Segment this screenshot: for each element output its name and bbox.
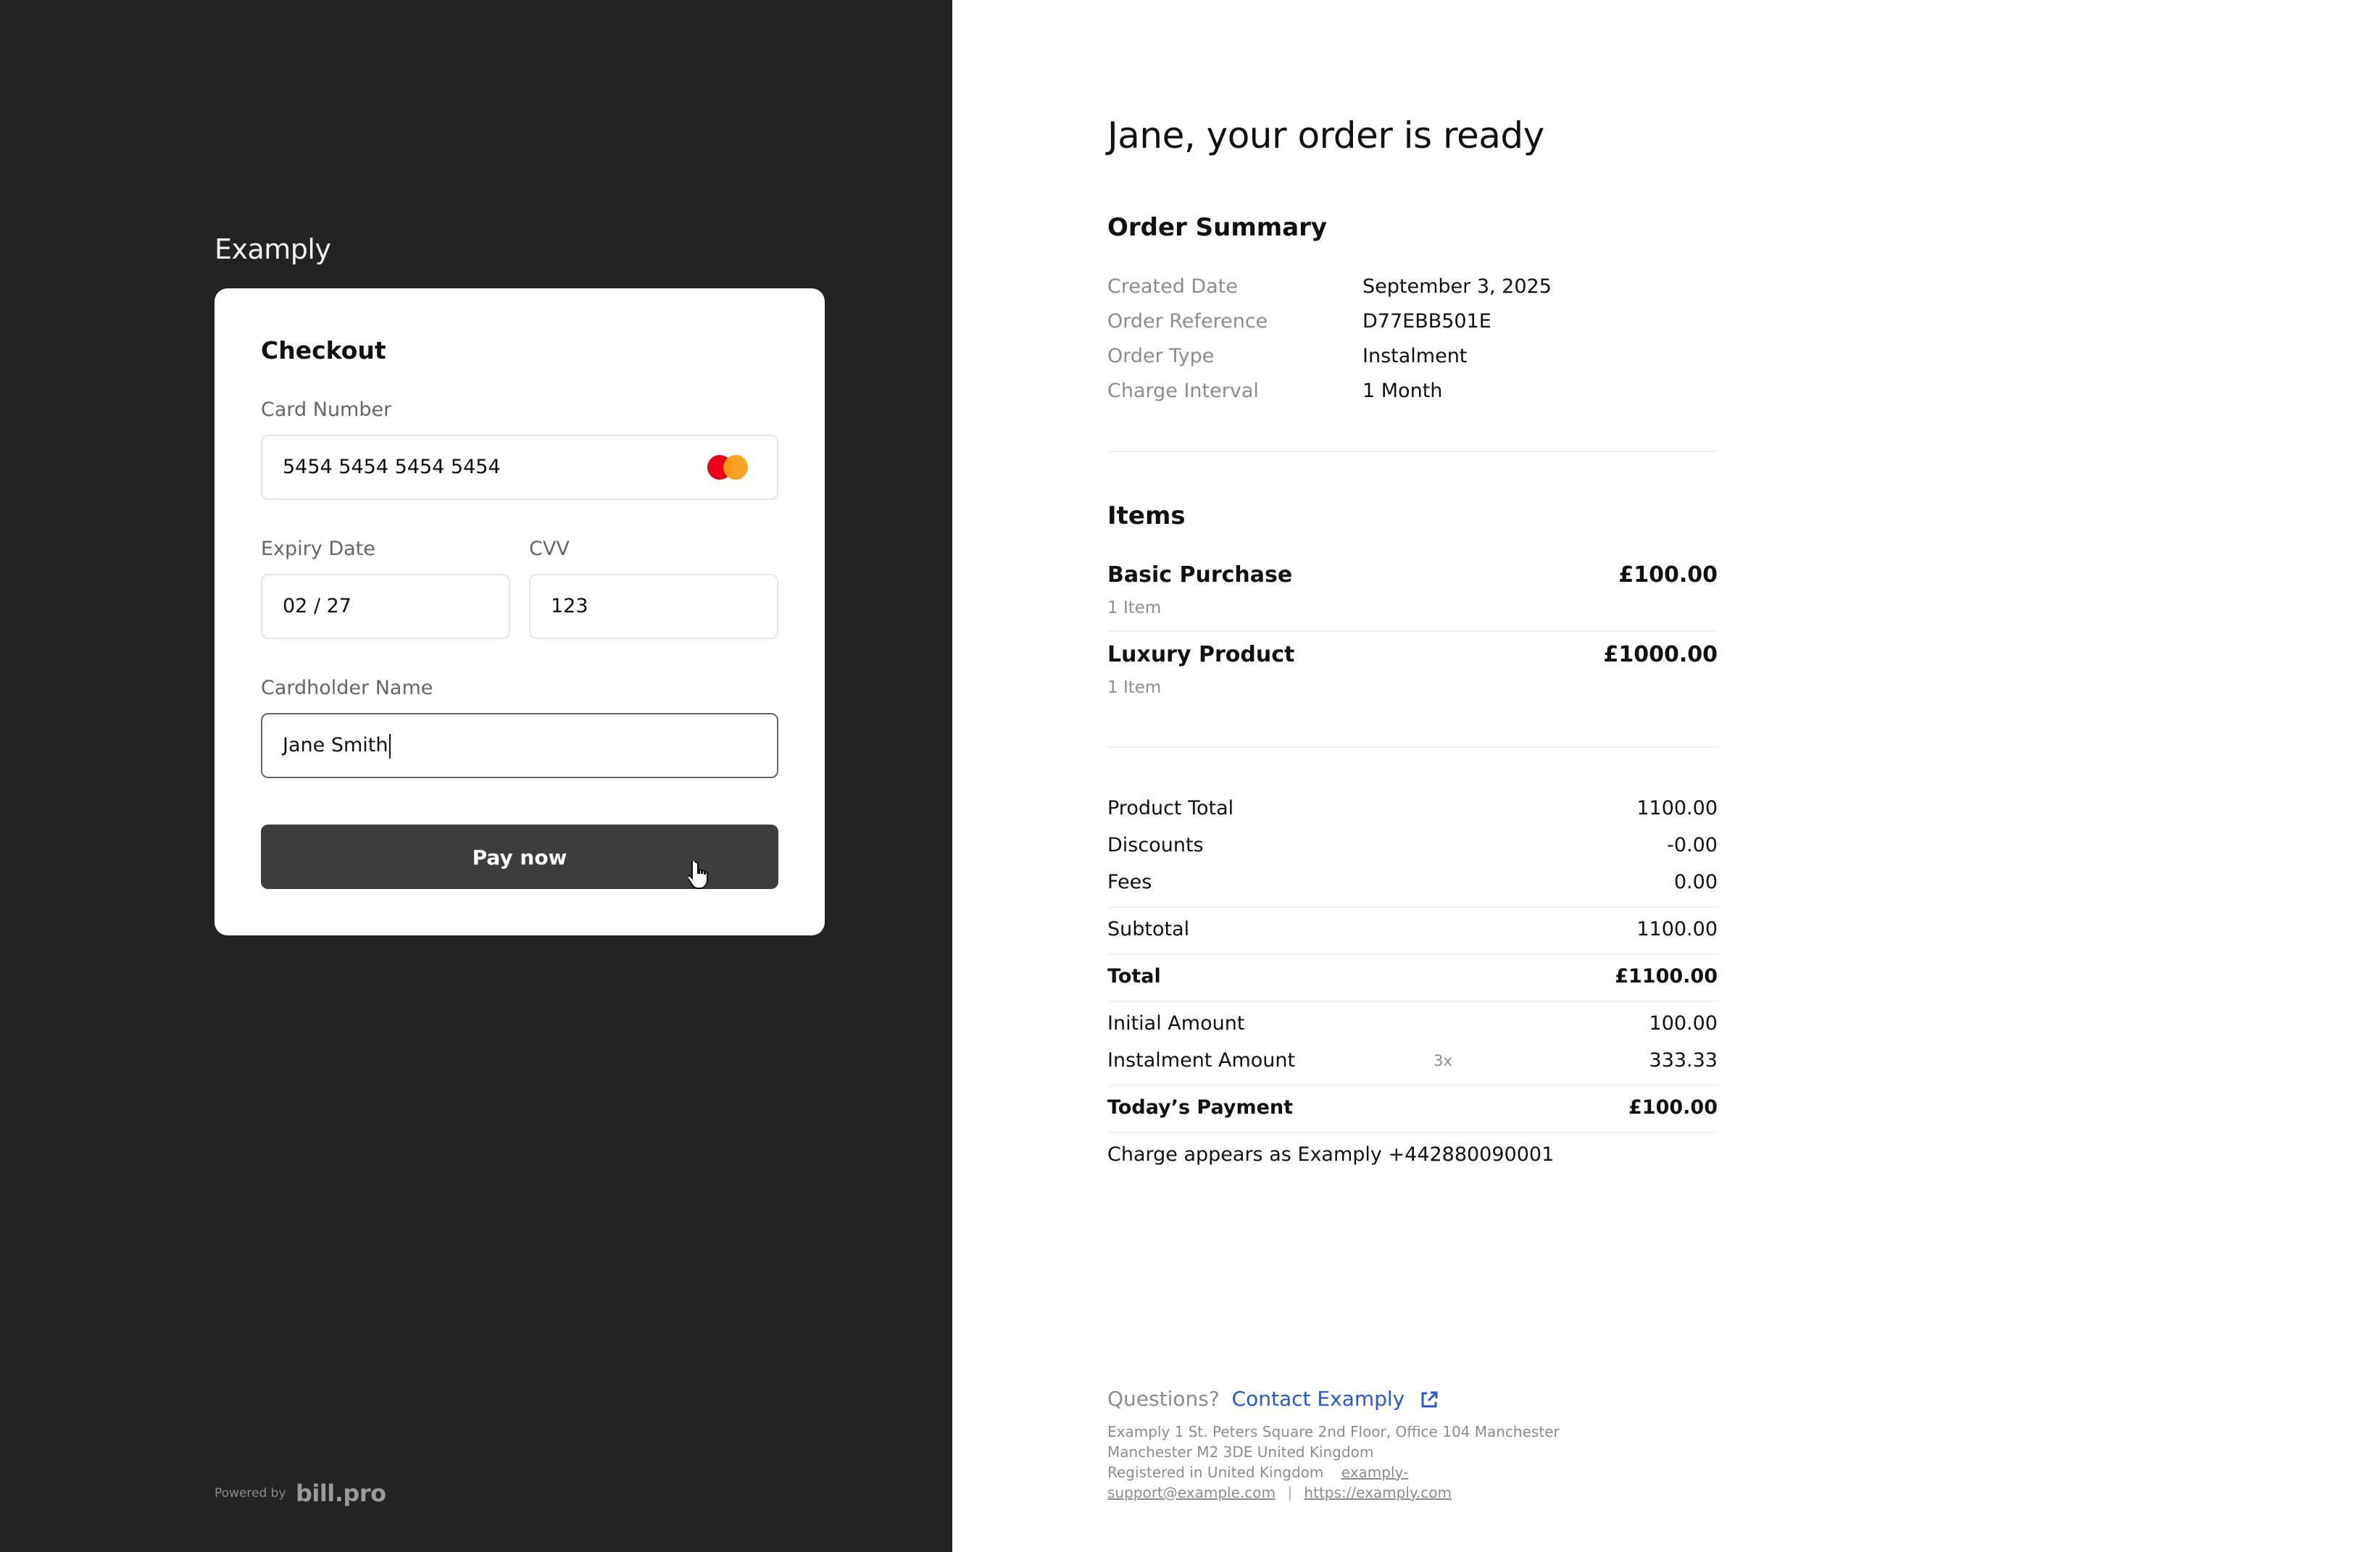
order-summary-title: Order Summary	[1107, 213, 1328, 242]
charge-descriptor: Charge appears as Examply +442880090001	[1107, 1143, 1555, 1166]
mastercard-icon	[707, 455, 749, 480]
summary-value: D77EBB501E	[1362, 310, 1491, 333]
instalment-multiplier: 3x	[1434, 1052, 1452, 1069]
total-value: -0.00	[1667, 834, 1718, 856]
divider	[1107, 954, 1718, 955]
powered-by: Powered by bill.pro	[215, 1480, 386, 1507]
divider	[1107, 1085, 1718, 1086]
summary-value: 1 Month	[1362, 380, 1443, 402]
item-name: Basic Purchase	[1107, 562, 1293, 588]
contact-link[interactable]: Contact Examply	[1232, 1387, 1405, 1411]
summary-label: Order Type	[1107, 345, 1215, 367]
divider	[1107, 451, 1718, 452]
divider	[1107, 1001, 1718, 1002]
initial-amount-row: Initial Amount 100.00	[1107, 1012, 1718, 1046]
divider	[1107, 1132, 1718, 1133]
total-label: Fees	[1107, 871, 1152, 893]
cardholder-name-value: Jane Smith	[283, 734, 388, 756]
registered-line: Registered in United Kingdom examply-	[1107, 1464, 1408, 1481]
total-value: 333.33	[1649, 1049, 1718, 1072]
divider	[1107, 746, 1718, 748]
registered-text: Registered in United Kingdom	[1107, 1464, 1324, 1481]
divider	[1107, 906, 1718, 908]
card-number-label: Card Number	[261, 399, 392, 421]
support-email-link[interactable]: support@example.com	[1107, 1484, 1276, 1501]
cvv-label: CVV	[529, 538, 570, 560]
summary-label: Created Date	[1107, 275, 1238, 298]
total-value: 100.00	[1649, 1012, 1718, 1035]
summary-label: Charge Interval	[1107, 380, 1259, 402]
total-label: Total	[1107, 965, 1161, 988]
total-label: Instalment Amount	[1107, 1049, 1296, 1072]
expiry-date-input[interactable]: 02 / 27	[261, 574, 510, 639]
questions-line: Questions? Contact Examply	[1107, 1387, 1440, 1411]
todays-payment-row: Today’s Payment £100.00	[1107, 1096, 1718, 1130]
address-line: Examply 1 St. Peters Square 2nd Floor, O…	[1107, 1423, 1560, 1440]
total-label: Today’s Payment	[1107, 1096, 1294, 1119]
expiry-date-label: Expiry Date	[261, 538, 375, 560]
list-item: Luxury Product £1000.00 1 Item	[1107, 642, 1718, 722]
divider	[1107, 630, 1718, 632]
summary-row: Order Reference D77EBB501E	[1107, 310, 1718, 345]
cardholder-name-input[interactable]: Jane Smith	[261, 713, 778, 778]
total-value: £100.00	[1628, 1096, 1718, 1119]
external-link-icon[interactable]	[1418, 1389, 1440, 1411]
text-caret	[389, 733, 391, 759]
checkout-card: Checkout Card Number 5454 5454 5454 5454…	[215, 288, 825, 935]
contact-links-line: support@example.com | https://examply.co…	[1107, 1484, 1452, 1501]
total-value: 1100.00	[1636, 918, 1718, 940]
total-row: Total £1100.00	[1107, 965, 1718, 998]
hand-pointer-icon	[688, 861, 708, 889]
brand-logo: Examply	[215, 233, 331, 265]
total-value: 1100.00	[1636, 797, 1718, 819]
subtotal-row: Subtotal 1100.00	[1107, 918, 1718, 951]
discounts-row: Discounts -0.00	[1107, 834, 1718, 867]
card-number-value: 5454 5454 5454 5454	[283, 456, 501, 478]
summary-value: September 3, 2025	[1362, 275, 1552, 298]
item-price: £1000.00	[1603, 642, 1718, 667]
product-total-row: Product Total 1100.00	[1107, 797, 1718, 830]
billpro-logo: bill.pro	[295, 1480, 386, 1507]
questions-label: Questions?	[1107, 1387, 1220, 1411]
cardholder-name-label: Cardholder Name	[261, 677, 433, 699]
total-label: Discounts	[1107, 834, 1204, 856]
item-price: £100.00	[1618, 562, 1718, 588]
address-line: Manchester M2 3DE United Kingdom	[1107, 1443, 1374, 1461]
summary-row: Created Date September 3, 2025	[1107, 275, 1718, 310]
total-label: Initial Amount	[1107, 1012, 1245, 1035]
item-quantity: 1 Item	[1107, 678, 1162, 697]
summary-row: Order Type Instalment	[1107, 345, 1718, 380]
website-link[interactable]: https://examply.com	[1304, 1484, 1452, 1501]
separator: |	[1287, 1484, 1293, 1501]
checkout-panel: Examply Checkout Card Number 5454 5454 5…	[0, 0, 952, 1552]
support-email-link[interactable]: examply-	[1341, 1464, 1408, 1481]
cvv-value: 123	[551, 595, 588, 617]
instalment-amount-row: Instalment Amount 3x 333.33	[1107, 1049, 1718, 1082]
cvv-input[interactable]: 123	[529, 574, 778, 639]
card-number-input[interactable]: 5454 5454 5454 5454	[261, 435, 778, 500]
total-label: Subtotal	[1107, 918, 1190, 940]
summary-row: Charge Interval 1 Month	[1107, 380, 1718, 414]
fees-row: Fees 0.00	[1107, 871, 1718, 904]
powered-by-label: Powered by	[215, 1486, 286, 1501]
summary-value: Instalment	[1362, 345, 1468, 367]
total-label: Product Total	[1107, 797, 1234, 819]
checkout-title: Checkout	[261, 336, 386, 364]
total-value: £1100.00	[1615, 965, 1718, 988]
item-quantity: 1 Item	[1107, 598, 1162, 617]
items-title: Items	[1107, 501, 1186, 530]
summary-label: Order Reference	[1107, 310, 1268, 333]
expiry-date-value: 02 / 27	[283, 595, 351, 617]
total-value: 0.00	[1673, 871, 1718, 893]
order-headline: Jane, your order is ready	[1107, 114, 1544, 157]
item-name: Luxury Product	[1107, 642, 1295, 667]
